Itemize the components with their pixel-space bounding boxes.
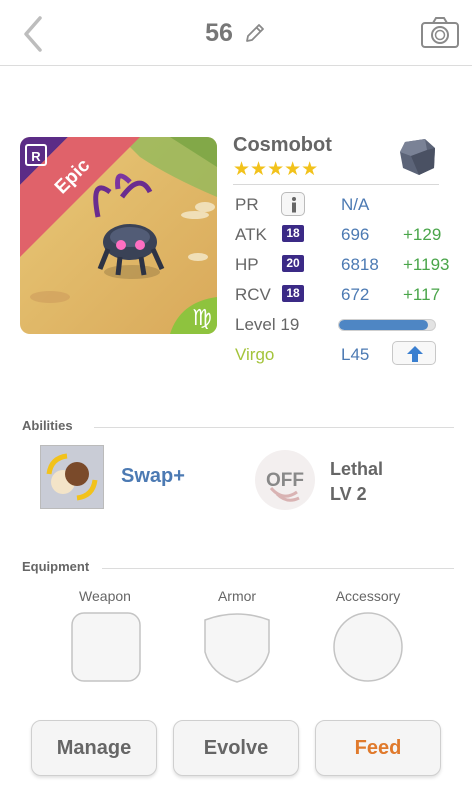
edit-button[interactable] (243, 21, 267, 45)
armor-slot[interactable] (203, 612, 271, 684)
pencil-icon (246, 24, 264, 42)
rcv-value: 672 (341, 285, 370, 304)
awaken-skill-icon[interactable]: OFF (253, 448, 317, 512)
pr-label: PR (235, 195, 259, 214)
skill-name[interactable]: Swap+ (121, 465, 185, 488)
hp-plus-badge: 20 (282, 255, 304, 272)
hp-value: 6818 (341, 255, 379, 274)
rcv-bonus: +117 (403, 285, 441, 304)
camera-button[interactable] (420, 16, 460, 50)
evolve-button[interactable]: Evolve (173, 720, 299, 776)
accessory-slot[interactable] (333, 612, 403, 682)
zodiac-levelup-button[interactable] (392, 341, 436, 365)
skill-icon[interactable] (40, 445, 104, 509)
info-icon (292, 197, 296, 213)
abilities-divider (94, 427, 454, 428)
stat-row-rcv: RCV 18 672 +117 (235, 283, 455, 307)
weapon-slot[interactable] (71, 612, 141, 682)
arrow-up-icon (407, 346, 423, 362)
monster-name: Cosmobot (233, 134, 332, 156)
monster-portrait[interactable]: Epic R ♍ (20, 137, 217, 334)
hp-label: HP (235, 255, 259, 274)
level-progress-fill (339, 320, 429, 330)
zodiac-level: L45 (341, 345, 370, 364)
level-progress-bar (338, 319, 436, 331)
camera-icon (421, 17, 459, 48)
zodiac-icon: ♍ (192, 306, 212, 331)
chevron-left-icon (24, 16, 42, 52)
atk-value: 696 (341, 225, 370, 244)
star-rating: ★★★★★ (233, 159, 319, 180)
stat-row-atk: ATK 18 696 +129 (235, 223, 455, 247)
stats-divider (233, 184, 439, 185)
element-gem-icon (397, 136, 439, 178)
zodiac-label: Virgo (235, 345, 275, 364)
equipment-divider (102, 568, 454, 569)
stat-row-hp: HP 20 6818 +1193 (235, 253, 455, 277)
awaken-skill-level: LV 2 (330, 484, 367, 504)
back-button[interactable] (18, 14, 52, 54)
hp-bonus: +1193 (403, 255, 450, 274)
level-label: Level 19 (235, 315, 300, 334)
atk-label: ATK (235, 225, 267, 244)
monster-number: 56 (205, 18, 233, 47)
stat-row-pr: PR N/A (235, 192, 455, 217)
stat-row-level: Level 19 (235, 313, 455, 337)
armor-label: Armor (217, 588, 257, 604)
awaken-status: OFF (266, 470, 304, 491)
accessory-label: Accessory (335, 588, 401, 604)
equipment-title: Equipment (22, 559, 90, 574)
weapon-label: Weapon (79, 588, 131, 604)
svg-text:R: R (31, 149, 41, 164)
feed-button[interactable]: Feed (315, 720, 441, 776)
awaken-skill-name[interactable]: Lethal LV 2 (330, 457, 383, 507)
awaken-skill-title: Lethal (330, 459, 384, 479)
stat-row-zodiac: Virgo L45 (235, 341, 455, 367)
info-button[interactable] (281, 192, 305, 216)
pr-value: N/A (341, 195, 370, 214)
abilities-title: Abilities (22, 418, 73, 433)
rcv-label: RCV (235, 285, 271, 304)
rcv-plus-badge: 18 (282, 285, 304, 302)
top-bar: 56 (0, 0, 472, 66)
manage-button[interactable]: Manage (31, 720, 157, 776)
atk-plus-badge: 18 (282, 225, 304, 242)
atk-bonus: +129 (403, 225, 442, 244)
